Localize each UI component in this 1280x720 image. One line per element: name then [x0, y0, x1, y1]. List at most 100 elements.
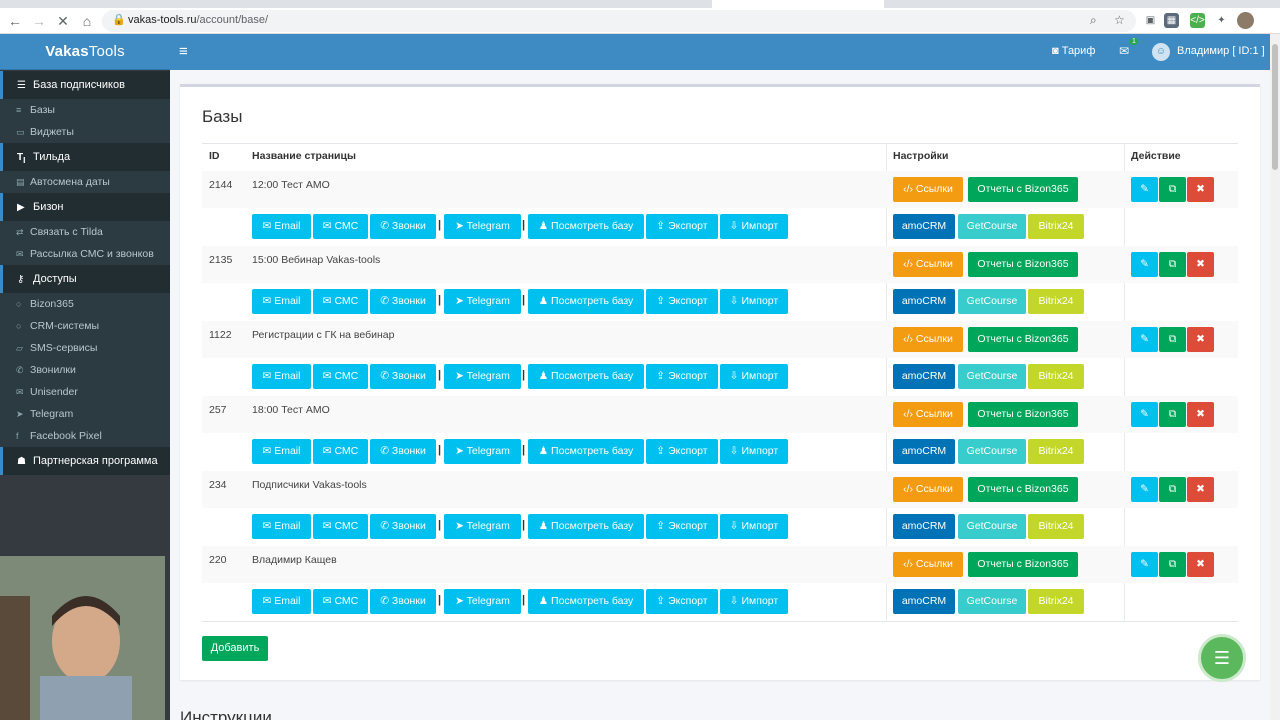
- stop-loading-icon[interactable]: ✕: [54, 12, 72, 30]
- getcourse-button[interactable]: GetCourse: [958, 439, 1026, 464]
- edit-button[interactable]: ✎: [1131, 327, 1158, 352]
- bizon-reports-button[interactable]: Отчеты с Bizon365: [968, 402, 1078, 427]
- delete-button[interactable]: ✖: [1187, 552, 1214, 577]
- sidebar-item-unisender[interactable]: ✉ Unisender: [0, 381, 170, 403]
- export-button[interactable]: ⇪ Экспорт: [646, 364, 718, 389]
- import-button[interactable]: ⇩ Импорт: [720, 514, 788, 539]
- telegram-button[interactable]: ➤ Telegram: [444, 514, 521, 539]
- sidebar-section-access[interactable]: ⚷ Доступы: [0, 265, 170, 293]
- bizon-reports-button[interactable]: Отчеты с Bizon365: [968, 252, 1078, 277]
- sidebar-item-sms-services[interactable]: ▱ SMS-сервисы: [0, 337, 170, 359]
- amocrm-button[interactable]: amoCRM: [893, 589, 955, 614]
- calls-button[interactable]: ✆ Звонки: [370, 364, 436, 389]
- email-button[interactable]: ✉ Email: [252, 514, 311, 539]
- edit-button[interactable]: ✎: [1131, 252, 1158, 277]
- telegram-button[interactable]: ➤ Telegram: [444, 589, 521, 614]
- telegram-button[interactable]: ➤ Telegram: [444, 289, 521, 314]
- getcourse-button[interactable]: GetCourse: [958, 589, 1026, 614]
- address-bar[interactable]: 🔒 vakas-tools.ru/account/base/ ⌕ ☆: [102, 10, 1136, 32]
- sidebar-item-sms-calls[interactable]: ✉ Рассылка СМС и звонков: [0, 243, 170, 265]
- getcourse-button[interactable]: GetCourse: [958, 214, 1026, 239]
- sidebar-section-subscribers[interactable]: ☰ База подписчиков: [0, 71, 170, 99]
- bizon-reports-button[interactable]: Отчеты с Bizon365: [968, 552, 1078, 577]
- back-arrow-icon[interactable]: ←: [6, 12, 24, 30]
- sidebar-section-partner[interactable]: ☗ Партнерская программа: [0, 447, 170, 475]
- user-menu[interactable]: Владимир [ ID:1 ]: [1177, 45, 1265, 57]
- mail-icon[interactable]: ✉: [1119, 44, 1129, 58]
- sidebar-item-widgets[interactable]: ▭ Виджеты: [0, 121, 170, 143]
- amocrm-button[interactable]: amoCRM: [893, 289, 955, 314]
- sidebar-item-bizon365[interactable]: ○ Bizon365: [0, 293, 170, 315]
- page-scrollbar[interactable]: [1270, 34, 1280, 720]
- sms-button[interactable]: ✉ СМС: [313, 589, 368, 614]
- calls-button[interactable]: ✆ Звонки: [370, 214, 436, 239]
- import-button[interactable]: ⇩ Импорт: [720, 214, 788, 239]
- links-button[interactable]: ‹/› Ссылки: [893, 402, 963, 427]
- links-button[interactable]: ‹/› Ссылки: [893, 552, 963, 577]
- sms-button[interactable]: ✉ СМС: [313, 439, 368, 464]
- getcourse-button[interactable]: GetCourse: [958, 514, 1026, 539]
- email-button[interactable]: ✉ Email: [252, 289, 311, 314]
- home-icon[interactable]: ⌂: [78, 12, 96, 30]
- calls-button[interactable]: ✆ Звонки: [370, 289, 436, 314]
- sidebar-item-facebook-pixel[interactable]: f Facebook Pixel: [0, 425, 170, 447]
- view-button[interactable]: ♟ Посмотреть базу: [528, 289, 644, 314]
- export-button[interactable]: ⇪ Экспорт: [646, 589, 718, 614]
- telegram-button[interactable]: ➤ Telegram: [444, 439, 521, 464]
- import-button[interactable]: ⇩ Импорт: [720, 364, 788, 389]
- brand-logo[interactable]: VakasTools: [0, 34, 170, 70]
- edit-button[interactable]: ✎: [1131, 552, 1158, 577]
- amocrm-button[interactable]: amoCRM: [893, 439, 955, 464]
- add-button[interactable]: Добавить: [202, 636, 268, 661]
- links-button[interactable]: ‹/› Ссылки: [893, 177, 963, 202]
- tariff-link[interactable]: ◙ Тариф: [1052, 45, 1095, 57]
- view-button[interactable]: ♟ Посмотреть базу: [528, 589, 644, 614]
- calls-button[interactable]: ✆ Звонки: [370, 514, 436, 539]
- screen-capture-icon[interactable]: ▣: [1143, 13, 1158, 28]
- scrollbar-thumb[interactable]: [1272, 44, 1278, 170]
- amocrm-button[interactable]: amoCRM: [893, 364, 955, 389]
- email-button[interactable]: ✉ Email: [252, 439, 311, 464]
- sidebar-item-callers[interactable]: ✆ Звонилки: [0, 359, 170, 381]
- telegram-button[interactable]: ➤ Telegram: [444, 364, 521, 389]
- bitrix24-button[interactable]: Bitrix24: [1028, 439, 1084, 464]
- bizon-reports-button[interactable]: Отчеты с Bizon365: [968, 177, 1078, 202]
- copy-button[interactable]: ⧉: [1159, 552, 1186, 577]
- edit-button[interactable]: ✎: [1131, 177, 1158, 202]
- links-button[interactable]: ‹/› Ссылки: [893, 477, 963, 502]
- delete-button[interactable]: ✖: [1187, 402, 1214, 427]
- bitrix24-button[interactable]: Bitrix24: [1028, 214, 1084, 239]
- edit-button[interactable]: ✎: [1131, 402, 1158, 427]
- export-button[interactable]: ⇪ Экспорт: [646, 289, 718, 314]
- search-icon[interactable]: ⌕: [1090, 13, 1097, 28]
- copy-button[interactable]: ⧉: [1159, 402, 1186, 427]
- view-button[interactable]: ♟ Посмотреть базу: [528, 214, 644, 239]
- export-button[interactable]: ⇪ Экспорт: [646, 439, 718, 464]
- hamburger-menu-icon[interactable]: ≡: [179, 43, 188, 60]
- edit-button[interactable]: ✎: [1131, 477, 1158, 502]
- calls-button[interactable]: ✆ Звонки: [370, 439, 436, 464]
- sidebar-item-bases[interactable]: ≡ Базы: [0, 99, 170, 121]
- import-button[interactable]: ⇩ Импорт: [720, 289, 788, 314]
- extension-2-icon[interactable]: </>: [1190, 13, 1205, 28]
- view-button[interactable]: ♟ Посмотреть базу: [528, 514, 644, 539]
- amocrm-button[interactable]: amoCRM: [893, 214, 955, 239]
- extensions-puzzle-icon[interactable]: ✦: [1214, 13, 1229, 28]
- sms-button[interactable]: ✉ СМС: [313, 214, 368, 239]
- view-button[interactable]: ♟ Посмотреть базу: [528, 439, 644, 464]
- bitrix24-button[interactable]: Bitrix24: [1028, 514, 1084, 539]
- export-button[interactable]: ⇪ Экспорт: [646, 514, 718, 539]
- delete-button[interactable]: ✖: [1187, 477, 1214, 502]
- view-button[interactable]: ♟ Посмотреть базу: [528, 364, 644, 389]
- sidebar-item-telegram[interactable]: ➤ Telegram: [0, 403, 170, 425]
- bizon-reports-button[interactable]: Отчеты с Bizon365: [968, 327, 1078, 352]
- telegram-button[interactable]: ➤ Telegram: [444, 214, 521, 239]
- sidebar-item-date-change[interactable]: ▤ Автосмена даты: [0, 171, 170, 193]
- floating-notes-button[interactable]: ☰: [1198, 634, 1246, 682]
- forward-arrow-icon[interactable]: →: [30, 12, 48, 30]
- sidebar-section-tilda[interactable]: TI Тильда: [0, 143, 170, 171]
- sidebar-item-link-tilda[interactable]: ⇄ Связать с Tilda: [0, 221, 170, 243]
- bookmark-star-icon[interactable]: ☆: [1114, 13, 1125, 27]
- bitrix24-button[interactable]: Bitrix24: [1028, 589, 1084, 614]
- amocrm-button[interactable]: amoCRM: [893, 514, 955, 539]
